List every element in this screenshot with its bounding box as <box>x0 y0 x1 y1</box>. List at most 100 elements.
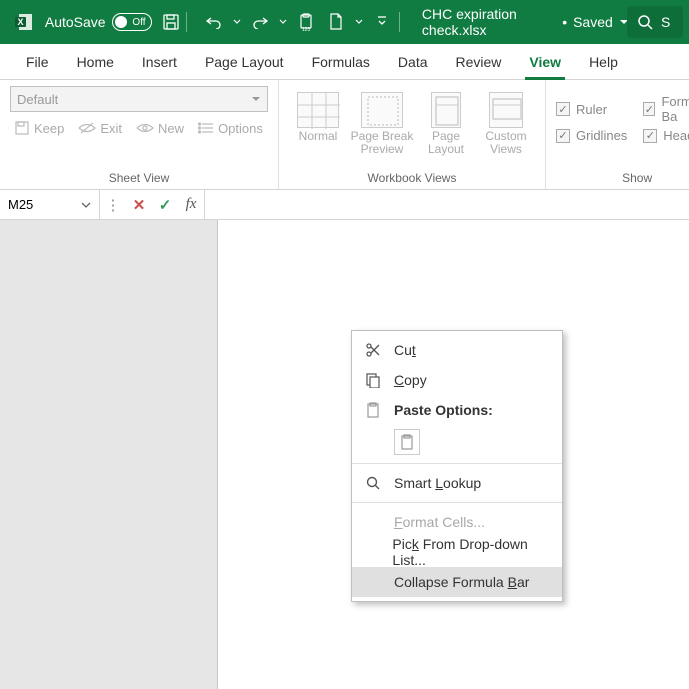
ruler-checkbox[interactable]: ✓ Ruler <box>556 94 627 124</box>
group-label: Sheet View <box>10 169 268 187</box>
svg-text:X: X <box>18 17 24 27</box>
headings-checkbox[interactable]: ✓ Headings <box>643 128 689 143</box>
separator <box>352 463 562 464</box>
ctx-collapse-formula-bar[interactable]: Collapse Formula Bar <box>352 567 562 597</box>
separator <box>186 12 187 32</box>
checkbox-icon: ✓ <box>556 102 570 116</box>
name-box-value: M25 <box>8 197 33 212</box>
copy-label: Copy <box>394 372 427 388</box>
redo-dropdown-icon[interactable] <box>277 9 289 35</box>
cut-label: Cut <box>394 342 416 358</box>
page-layout-button[interactable]: Page Layout <box>417 90 475 156</box>
page-break-label: Page Break Preview <box>349 130 415 156</box>
customize-qat-icon[interactable] <box>369 9 395 35</box>
paste-options-label: Paste Options: <box>394 402 493 418</box>
quick-access-toolbar: 123 <box>201 9 395 35</box>
cancel-icon[interactable]: ✕ <box>126 196 152 214</box>
save-status: Saved <box>573 14 613 30</box>
content-area <box>0 220 689 689</box>
exit-button[interactable]: Exit <box>74 118 126 138</box>
tab-help[interactable]: Help <box>575 44 632 80</box>
exit-label: Exit <box>100 121 122 136</box>
ctx-smart-lookup[interactable]: Smart Lookup <box>352 468 562 498</box>
chevron-down-icon <box>81 201 91 209</box>
formula-input[interactable] <box>205 190 689 219</box>
normal-view-button[interactable]: Normal <box>289 90 347 156</box>
ctx-copy[interactable]: Copy <box>352 365 562 395</box>
page-break-icon <box>361 92 403 128</box>
redo-button[interactable] <box>247 9 273 35</box>
search-box[interactable]: S <box>627 6 683 38</box>
search-icon <box>637 14 653 30</box>
sheet-view-combo[interactable]: Default <box>10 86 268 112</box>
chevron-down-icon <box>251 95 261 103</box>
formula-bar-label: Formula Ba <box>661 94 689 124</box>
ribbon-tabs: File Home Insert Page Layout Formulas Da… <box>0 44 689 80</box>
ribbon: Default Keep Exit New <box>0 80 689 190</box>
autosave-control[interactable]: AutoSave Off <box>45 13 152 31</box>
tab-insert[interactable]: Insert <box>128 44 191 80</box>
group-sheet-view: Default Keep Exit New <box>0 80 279 189</box>
filename-area[interactable]: CHC expiration check.xlsx • Saved <box>422 6 627 38</box>
page-break-preview-button[interactable]: Page Break Preview <box>349 90 415 156</box>
more-icon[interactable]: ⋮ <box>100 196 126 214</box>
formula-bar-buttons: ⋮ ✕ ✓ fx <box>100 190 205 219</box>
eye-icon <box>136 121 154 135</box>
filename-text: CHC expiration check.xlsx <box>422 6 556 38</box>
keep-button[interactable]: Keep <box>10 118 68 138</box>
formula-bar-checkbox[interactable]: ✓Formula Ba <box>643 94 689 124</box>
undo-dropdown-icon[interactable] <box>231 9 243 35</box>
custom-views-label: Custom Views <box>477 130 535 156</box>
pick-label: Pick From Drop-down List... <box>392 536 550 568</box>
tab-file[interactable]: File <box>12 44 63 80</box>
gridlines-label: Gridlines <box>576 128 627 143</box>
fx-icon[interactable]: fx <box>178 196 204 213</box>
enter-icon[interactable]: ✓ <box>152 196 178 214</box>
left-gray-panel <box>0 220 218 689</box>
tab-view[interactable]: View <box>515 44 575 80</box>
toggle-knob <box>115 16 127 28</box>
normal-icon <box>297 92 339 128</box>
group-show: ✓Ruler ✓Formula Ba ✓Gridlines ✓Headings … <box>546 80 689 189</box>
smart-lookup-label: Smart Lookup <box>394 475 481 491</box>
tab-page-layout[interactable]: Page Layout <box>191 44 298 80</box>
custom-views-button[interactable]: Custom Views <box>477 90 535 156</box>
paste-clipboard-icon[interactable] <box>394 429 420 455</box>
save-icon[interactable] <box>160 9 183 35</box>
options-button[interactable]: Options <box>194 118 267 138</box>
tab-data[interactable]: Data <box>384 44 442 80</box>
copy-icon <box>364 372 382 388</box>
new-button[interactable]: New <box>132 118 188 138</box>
collapse-label: Collapse Formula Bar <box>394 574 529 590</box>
page-layout-label: Page Layout <box>417 130 475 156</box>
name-box[interactable]: M25 <box>0 190 100 219</box>
separator <box>352 502 562 503</box>
save-icon <box>14 120 30 136</box>
scissors-icon <box>364 342 382 358</box>
ctx-cut[interactable]: Cut <box>352 335 562 365</box>
ctx-pick-dropdown[interactable]: Pick From Drop-down List... <box>352 537 562 567</box>
excel-app-icon: X <box>14 10 35 34</box>
tab-review[interactable]: Review <box>442 44 516 80</box>
search-icon <box>364 475 382 491</box>
custom-views-icon <box>489 92 523 128</box>
tab-home[interactable]: Home <box>63 44 128 80</box>
clipboard-123-icon[interactable]: 123 <box>293 9 319 35</box>
doc-dropdown-icon[interactable] <box>353 9 365 35</box>
page-layout-icon <box>431 92 461 128</box>
ctx-paste-sub <box>352 425 562 459</box>
filename-dropdown-icon[interactable] <box>619 18 627 26</box>
checkbox-icon: ✓ <box>643 129 657 143</box>
undo-button[interactable] <box>201 9 227 35</box>
svg-text:123: 123 <box>302 27 311 31</box>
ruler-label: Ruler <box>576 102 607 117</box>
search-text: S <box>661 14 670 30</box>
headings-label: Headings <box>663 128 689 143</box>
tab-formulas[interactable]: Formulas <box>298 44 384 80</box>
group-label: Workbook Views <box>289 169 535 187</box>
document-icon[interactable] <box>323 9 349 35</box>
eye-exit-icon <box>78 121 96 135</box>
gridlines-checkbox[interactable]: ✓ Gridlines <box>556 128 627 143</box>
autosave-toggle[interactable]: Off <box>112 13 152 31</box>
checkbox-icon: ✓ <box>556 129 570 143</box>
